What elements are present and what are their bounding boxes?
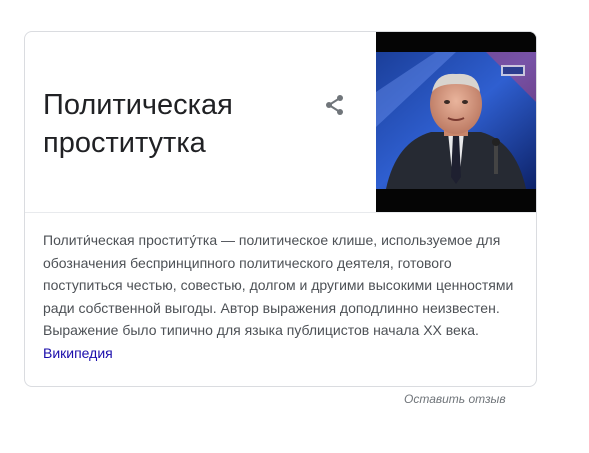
knowledge-panel-card: Политическая проститутка Полити́ческая п… bbox=[24, 31, 537, 387]
photo-thumbnail[interactable] bbox=[376, 32, 536, 212]
wikipedia-link[interactable]: Википедия bbox=[43, 345, 113, 361]
card-title: Политическая проститутка bbox=[43, 89, 233, 159]
card-header: Политическая проститутка bbox=[25, 32, 536, 213]
description-text: Полити́ческая проститу́тка — политическо… bbox=[43, 232, 514, 338]
share-icon[interactable] bbox=[323, 93, 347, 117]
card-description: Полити́ческая проститу́тка — политическо… bbox=[43, 229, 521, 364]
feedback-link[interactable]: Оставить отзыв bbox=[404, 392, 506, 406]
